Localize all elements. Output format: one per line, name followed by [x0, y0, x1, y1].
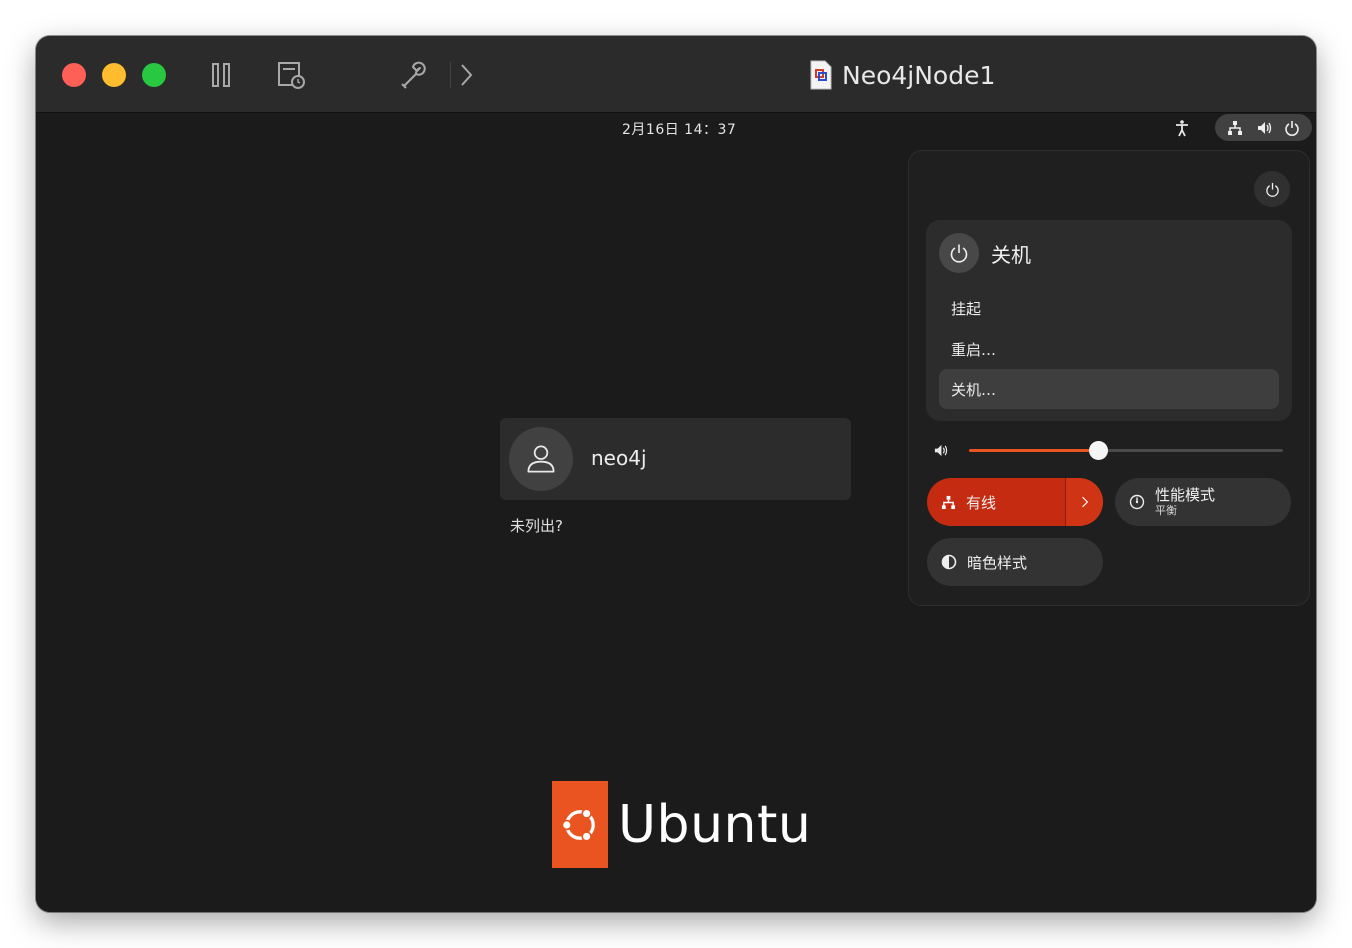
more-button[interactable]	[450, 58, 484, 92]
volume-icon	[1257, 121, 1271, 134]
vm-document-icon	[810, 60, 832, 90]
close-window-button[interactable]	[62, 63, 86, 87]
window-title: Neo4jNode1	[810, 58, 995, 92]
dark-style-toggle[interactable]: 暗色样式	[927, 538, 1103, 586]
ubuntu-wordmark: Ubuntu	[618, 794, 812, 855]
ubuntu-circle-of-friends-icon	[552, 781, 608, 868]
window-title-text: Neo4jNode1	[842, 60, 996, 90]
volume-slider-row	[933, 441, 1285, 461]
dark-style-label: 暗色样式	[967, 553, 1028, 572]
wired-network-icon	[1228, 120, 1243, 135]
snapshot-button[interactable]	[274, 58, 308, 92]
volume-slider-fill	[969, 449, 1098, 452]
menu-item-power-off[interactable]: 关机…	[939, 369, 1279, 409]
power-icon	[1265, 182, 1279, 197]
power-menu-title: 关机	[991, 242, 1031, 267]
menu-item-restart[interactable]: 重启…	[939, 329, 1279, 369]
volume-icon	[934, 444, 948, 457]
snapshot-icon	[278, 62, 305, 89]
volume-slider-handle[interactable]	[1088, 441, 1108, 460]
power-menu-icon	[939, 233, 979, 273]
wired-network-icon	[941, 495, 956, 509]
performance-mode-toggle[interactable]: 性能模式 平衡	[1115, 478, 1291, 526]
wired-network-label: 有线	[966, 493, 997, 512]
wired-network-expand-button[interactable]	[1065, 478, 1103, 526]
pause-icon	[212, 63, 230, 87]
power-off-button[interactable]	[1254, 171, 1290, 207]
chevron-right-icon	[1081, 496, 1088, 508]
pause-button[interactable]	[204, 58, 238, 92]
user-list-item[interactable]: neo4j	[500, 418, 851, 500]
accessibility-menu[interactable]	[1174, 119, 1190, 137]
vm-window: Neo4jNode1 2月16日 14：37 关机 挂起 重启… 关机… 有线 …	[36, 36, 1316, 912]
power-icon	[950, 244, 968, 263]
topbar-clock[interactable]: 2月16日 14：37	[622, 119, 736, 139]
power-menu-header: 关机	[939, 233, 1031, 273]
chevron-right-icon	[461, 64, 473, 86]
volume-slider[interactable]	[969, 441, 1283, 460]
avatar	[509, 427, 573, 491]
minimize-window-button[interactable]	[102, 63, 126, 87]
guest-screen: 2月16日 14：37 关机 挂起 重启… 关机… 有线 性能模式 平衡 暗色样…	[36, 113, 1316, 912]
wired-network-toggle-main[interactable]: 有线	[927, 478, 1065, 526]
wired-network-toggle[interactable]: 有线	[927, 478, 1103, 526]
accessibility-icon	[1176, 120, 1188, 137]
ubuntu-logo: Ubuntu	[552, 781, 811, 868]
performance-mode-label: 性能模式	[1155, 486, 1216, 505]
quick-settings-panel: 关机 挂起 重启… 关机… 有线 性能模式 平衡 暗色样式	[908, 150, 1310, 606]
settings-button[interactable]	[396, 58, 430, 92]
performance-mode-value: 平衡	[1155, 504, 1177, 518]
user-name: neo4j	[591, 446, 647, 470]
zoom-window-button[interactable]	[142, 63, 166, 87]
not-listed-link[interactable]: 未列出?	[510, 515, 563, 536]
user-icon	[527, 445, 555, 473]
system-status-menu[interactable]	[1215, 114, 1312, 141]
window-titlebar: Neo4jNode1	[36, 36, 1316, 113]
power-icon	[1284, 120, 1299, 136]
dark-mode-icon	[941, 554, 957, 570]
speedometer-icon	[1129, 494, 1145, 510]
menu-item-suspend[interactable]: 挂起	[939, 288, 1279, 328]
wrench-icon	[401, 61, 426, 89]
power-menu: 关机 挂起 重启… 关机…	[926, 220, 1292, 421]
